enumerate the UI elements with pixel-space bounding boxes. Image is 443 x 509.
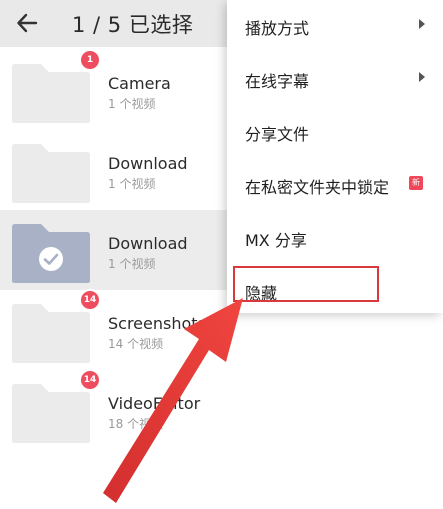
folder-video-count: 1 个视频	[108, 177, 156, 191]
menu-item-mx-share[interactable]: MX 分享	[227, 212, 443, 265]
chevron-right-icon	[419, 19, 425, 29]
folder-icon	[11, 62, 91, 124]
menu-item-label: 在线字幕	[245, 72, 310, 91]
folder-name: Download	[108, 234, 188, 253]
new-video-count-badge: 14	[79, 289, 101, 311]
folder-icon	[11, 302, 91, 364]
menu-item-label: 在私密文件夹中锁定	[245, 178, 390, 197]
chevron-right-icon	[419, 72, 425, 82]
new-video-count-badge: 14	[79, 369, 101, 391]
folder-video-count: 18 个视频	[108, 417, 164, 431]
menu-item-lock-private-folder[interactable]: 在私密文件夹中锁定 新	[227, 159, 443, 212]
back-button[interactable]	[10, 6, 44, 40]
new-badge: 新	[409, 176, 423, 190]
menu-item-play-mode[interactable]: 播放方式	[227, 0, 443, 53]
check-circle-icon	[39, 247, 63, 271]
menu-item-hide[interactable]: 隐藏	[227, 265, 443, 318]
menu-item-online-subtitles[interactable]: 在线字幕	[227, 53, 443, 106]
folder-video-count: 1 个视频	[108, 97, 156, 111]
folder-name: VideoEditor	[108, 394, 201, 413]
folder-name: Download	[108, 154, 188, 173]
arrow-left-icon	[17, 13, 38, 33]
menu-item-share-file[interactable]: 分享文件	[227, 106, 443, 159]
folder-row[interactable]: 14 VideoEditor 18 个视频	[0, 369, 443, 450]
folder-name: Screenshots	[108, 314, 206, 333]
new-video-count-badge: 1	[79, 49, 101, 71]
menu-item-label: 分享文件	[245, 125, 310, 144]
menu-item-label: 播放方式	[245, 19, 310, 38]
menu-item-label: 隐藏	[245, 284, 278, 303]
selection-count-title: 1 / 5 已选择	[72, 13, 194, 37]
overflow-menu: 播放方式 在线字幕 分享文件 在私密文件夹中锁定 新 MX 分享 隐藏	[227, 0, 443, 313]
folder-icon	[11, 382, 91, 444]
folder-name: Camera	[108, 74, 171, 93]
folder-video-count: 14 个视频	[108, 337, 164, 351]
folder-video-count: 1 个视频	[108, 257, 156, 271]
menu-item-label: MX 分享	[245, 231, 307, 250]
folder-icon	[11, 142, 91, 204]
